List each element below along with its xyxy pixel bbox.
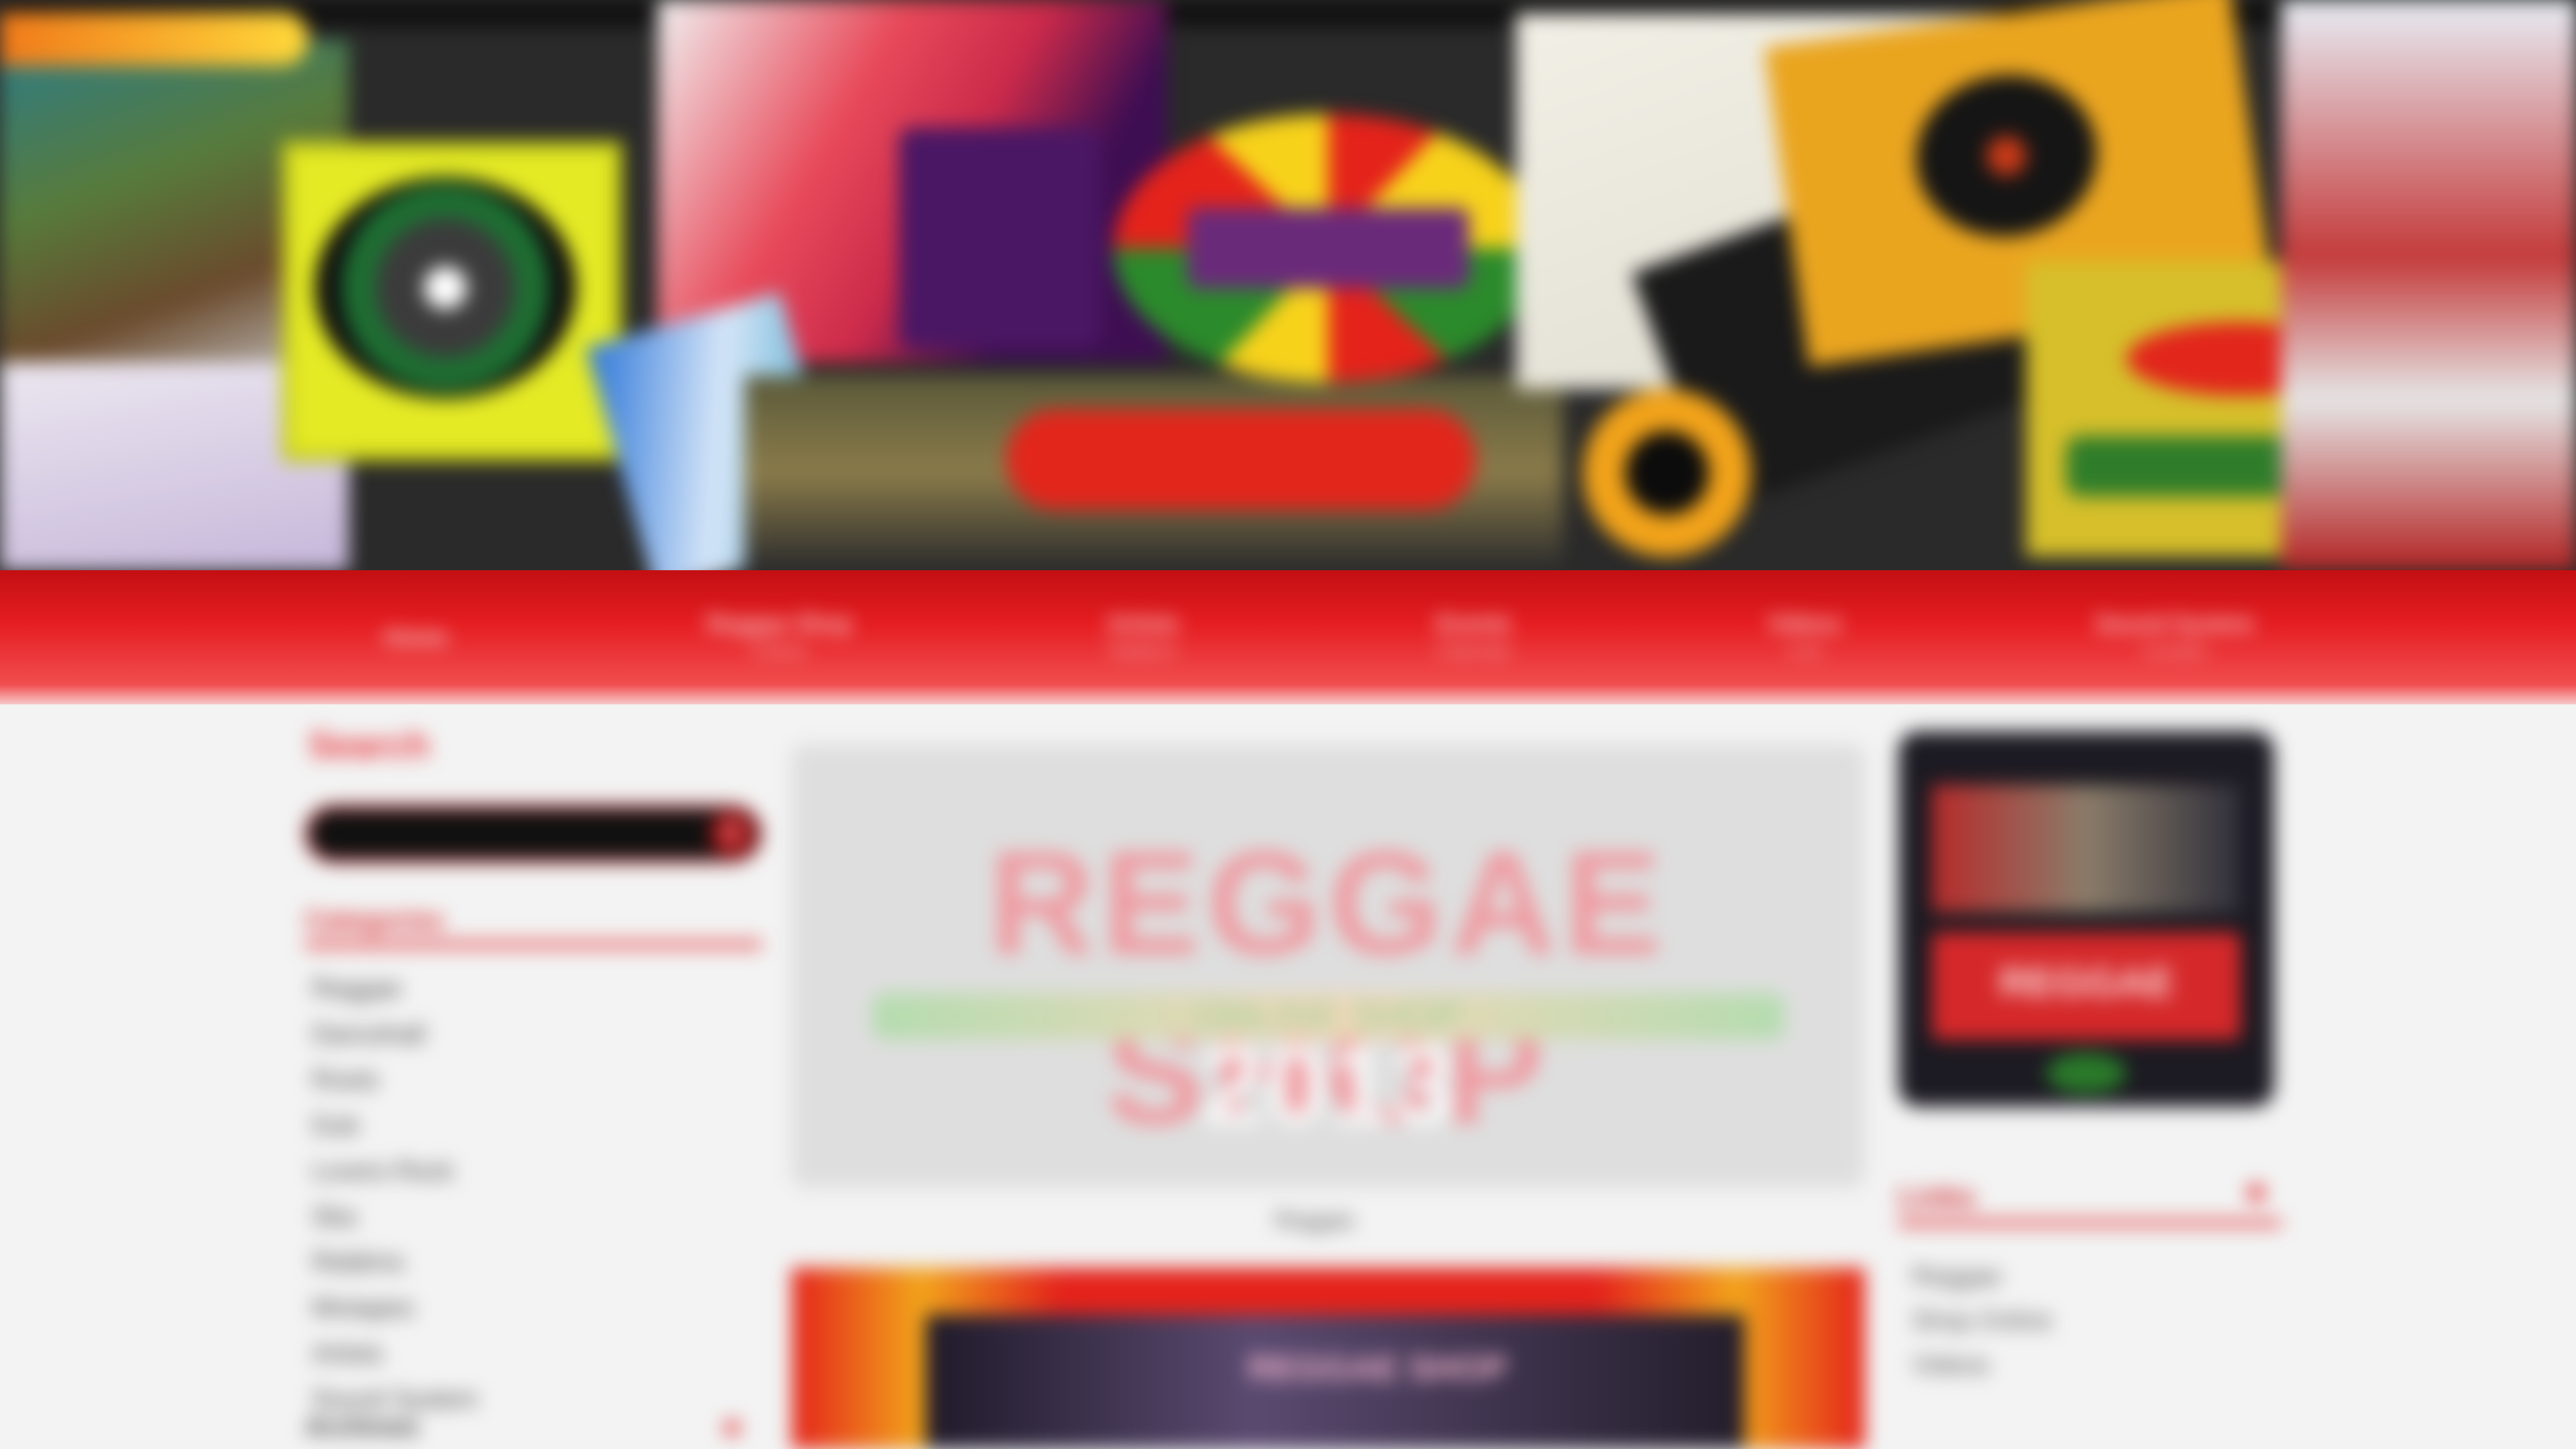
nav-item-videos[interactable]: Videos Live bbox=[1765, 610, 1845, 664]
links-heading: Links bbox=[1898, 1181, 2281, 1226]
site-logo[interactable] bbox=[0, 12, 309, 66]
category-link[interactable]: Dub bbox=[312, 1103, 478, 1148]
main-content: REGGAE SHOP ONLINE SHOP 2013 Reggae REGG… bbox=[792, 745, 1872, 1449]
nav-item-home[interactable]: Home bbox=[376, 624, 456, 651]
rss-icon[interactable]: ● bbox=[721, 1405, 743, 1447]
category-link[interactable]: Dancehall bbox=[312, 1012, 478, 1057]
category-list: Reggae Dancehall Roots Dub Lovers Rock S… bbox=[312, 966, 478, 1422]
rss-icon[interactable]: ● bbox=[2244, 1167, 2268, 1214]
promo-banner[interactable]: REGGAE SHOP bbox=[792, 1268, 1865, 1449]
collage-image bbox=[1583, 389, 1751, 557]
ad-badge bbox=[2046, 1053, 2127, 1093]
collage-image bbox=[899, 127, 1100, 349]
links-list: Reggae Shop Online Videos bbox=[1912, 1254, 2052, 1387]
banner-year: 2013 bbox=[1201, 1022, 1456, 1149]
ad-banner[interactable]: REGGAE bbox=[1898, 731, 2274, 1107]
nav-item-events[interactable]: Events Calendar bbox=[1434, 610, 1514, 664]
banner-caption: Reggae bbox=[1275, 1208, 1355, 1233]
search-icon[interactable]: ⚲ bbox=[710, 813, 752, 855]
collage-shop-button[interactable] bbox=[1006, 409, 1476, 510]
search-input[interactable]: ⚲ bbox=[305, 805, 761, 863]
left-sidebar: Search ⚲ Categories Reggae Dancehall Roo… bbox=[305, 724, 768, 1449]
category-link[interactable]: Artists bbox=[312, 1331, 478, 1377]
category-link[interactable]: Ska bbox=[312, 1194, 478, 1240]
categories-heading: Categories bbox=[305, 906, 761, 948]
collage-image bbox=[282, 141, 623, 462]
promo-label: REGGAE SHOP bbox=[1248, 1349, 1508, 1388]
header-collage bbox=[0, 0, 2576, 570]
collage-image bbox=[2281, 0, 2576, 570]
sidebar-link[interactable]: Shop Online bbox=[1912, 1299, 2052, 1343]
category-link[interactable]: Mixtapes bbox=[312, 1285, 478, 1331]
sidebar-title: Search bbox=[309, 725, 430, 765]
nav-item-artists[interactable]: Artists Riddims bbox=[1103, 610, 1183, 664]
ad-image bbox=[1932, 785, 2241, 912]
category-link[interactable]: Roots bbox=[312, 1057, 478, 1103]
sidebar-link[interactable]: Videos bbox=[1912, 1343, 2052, 1387]
hero-banner[interactable]: REGGAE SHOP ONLINE SHOP 2013 bbox=[792, 745, 1865, 1187]
archives-heading: Archives bbox=[305, 1412, 419, 1442]
main-nav: Home Reggae Shop Online Artists Riddims Ev… bbox=[0, 570, 2576, 704]
category-link[interactable]: Riddims bbox=[312, 1240, 478, 1285]
collage-badge bbox=[1114, 114, 1543, 382]
sidebar-link[interactable]: Reggae bbox=[1912, 1254, 2052, 1299]
category-link[interactable]: Lovers Rock bbox=[312, 1148, 478, 1194]
nav-item-sound-system[interactable]: Sound System Contact bbox=[2096, 610, 2254, 664]
ad-text: REGGAE bbox=[1998, 960, 2174, 1005]
nav-item-reggae-shop[interactable]: Reggae Shop Online bbox=[706, 610, 852, 664]
right-sidebar: REGGAE Links ● Reggae Shop Online Videos bbox=[1898, 731, 2288, 1449]
category-link[interactable]: Reggae bbox=[312, 966, 478, 1012]
